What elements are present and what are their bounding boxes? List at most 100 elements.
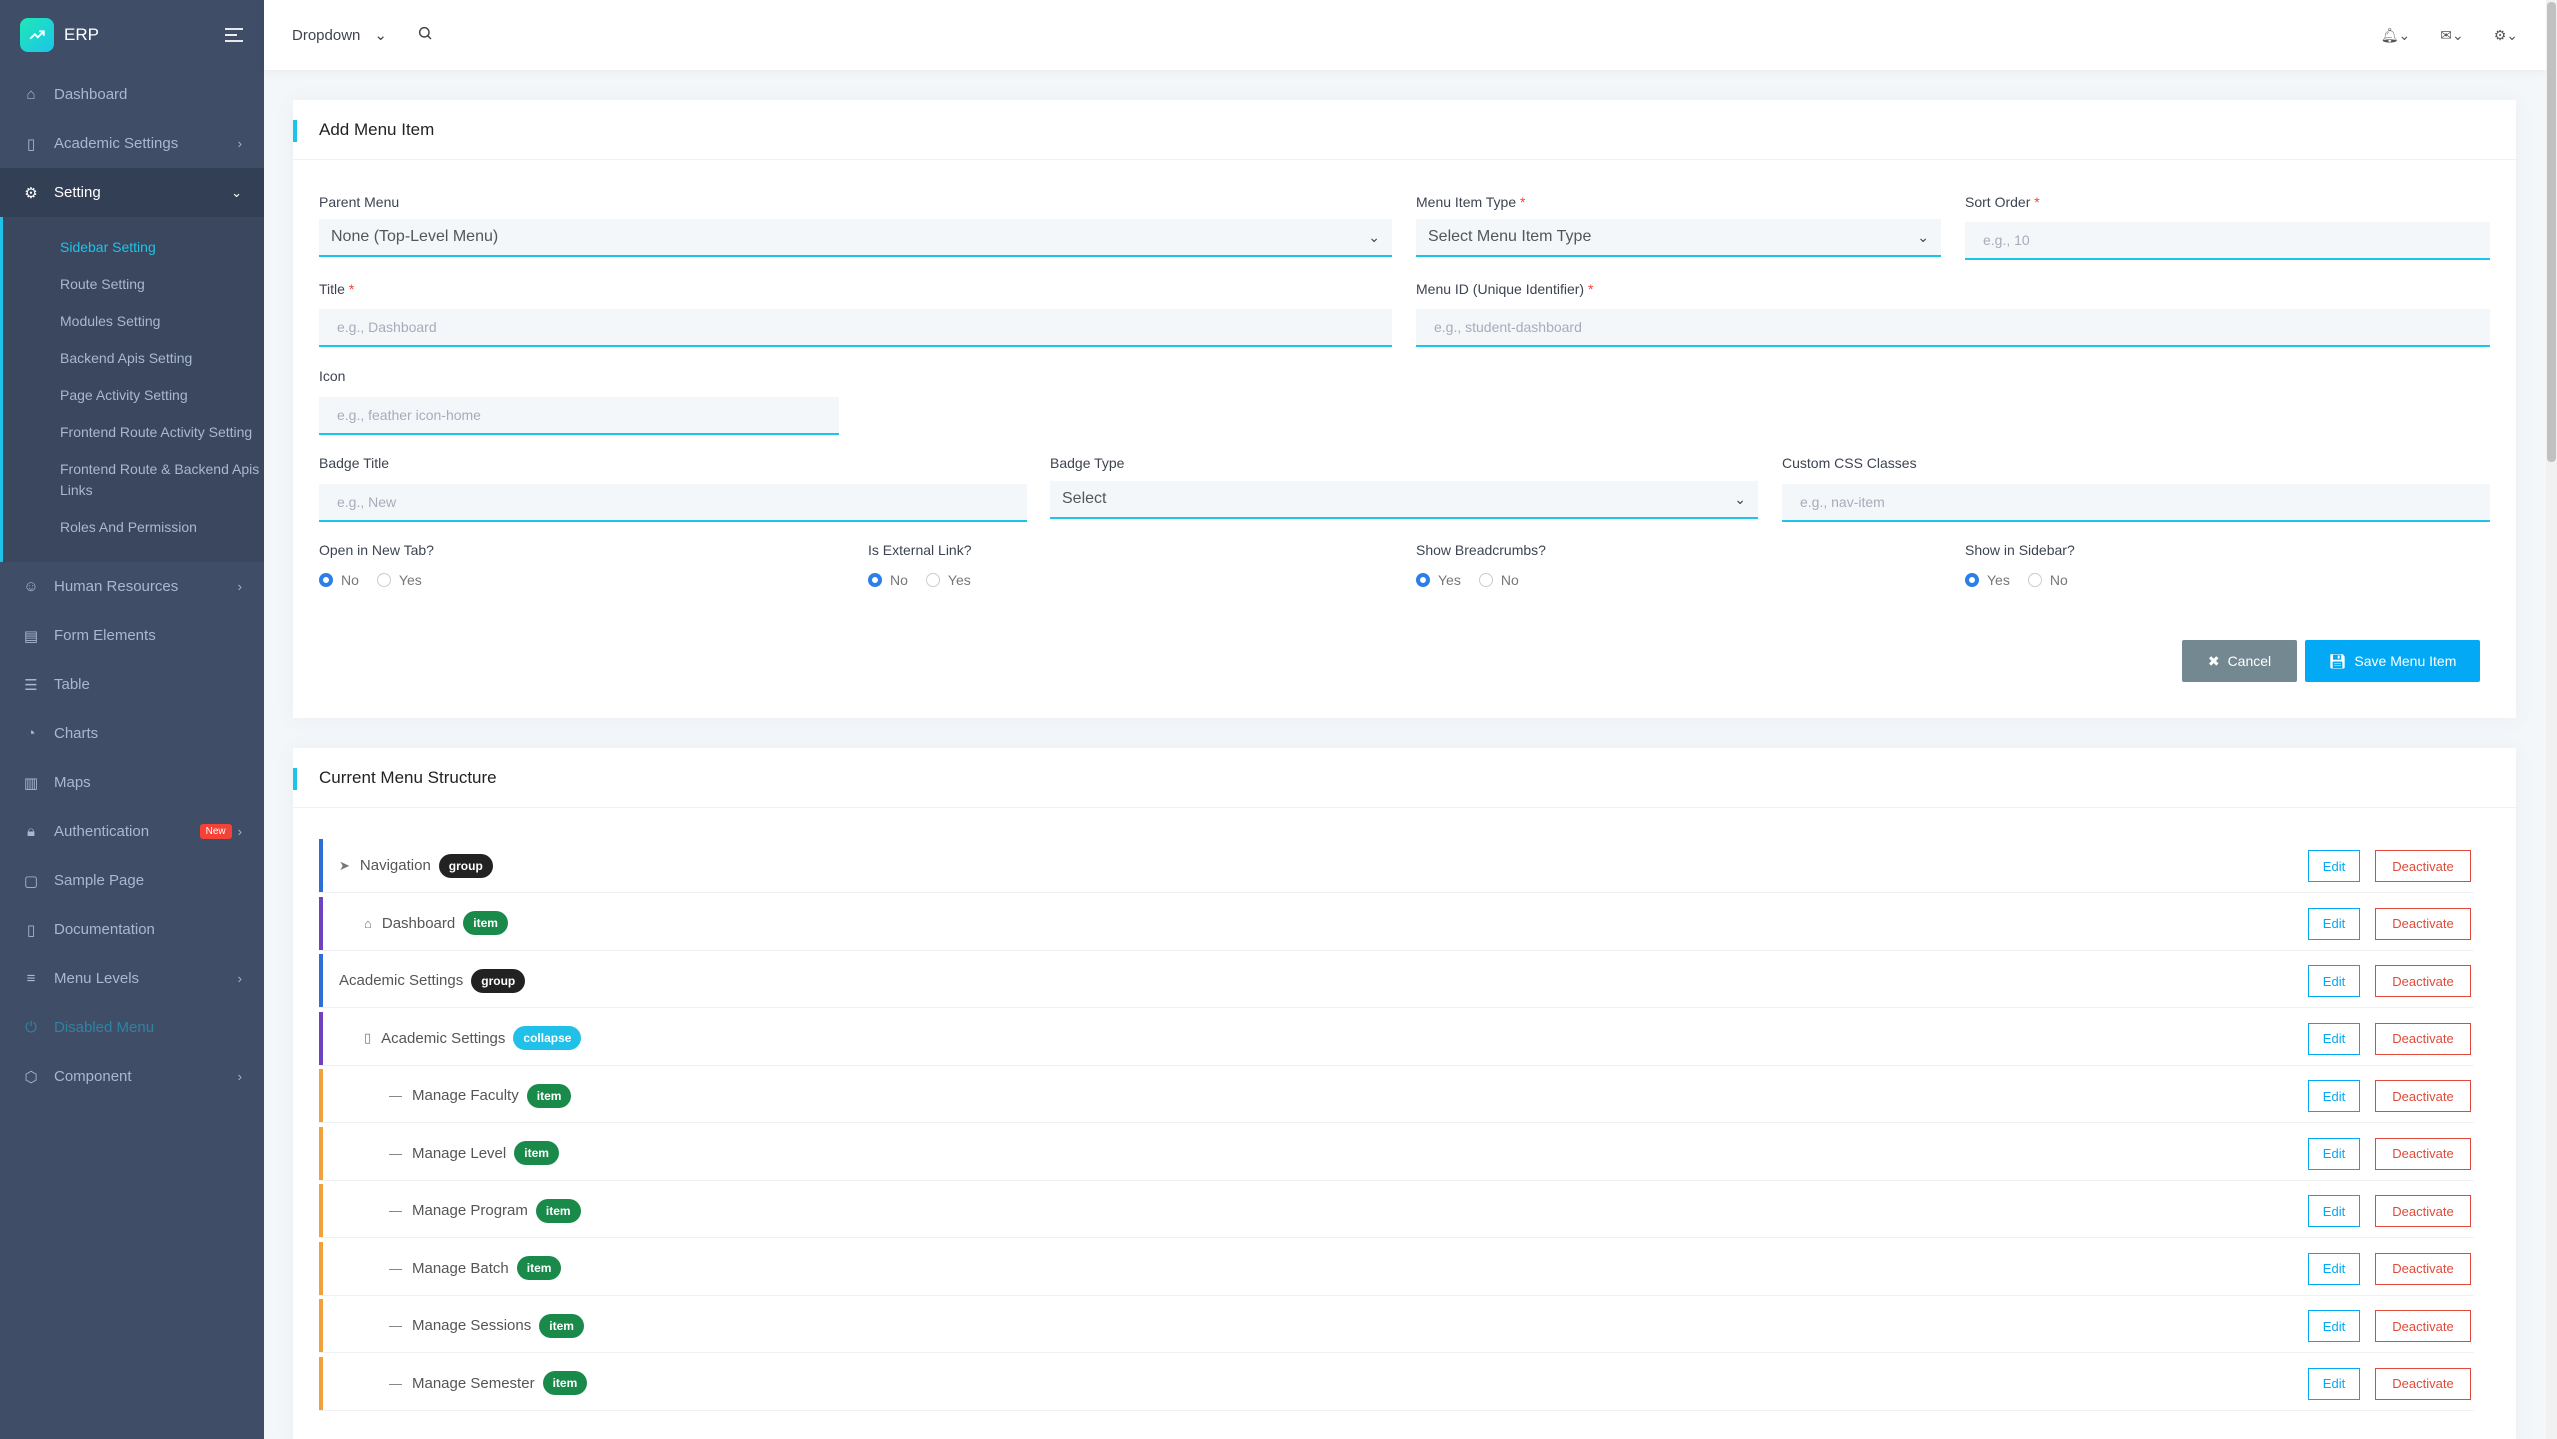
- submenu-item-page-activity-setting[interactable]: Page Activity Setting: [3, 377, 264, 414]
- box-icon: ⬡: [24, 1068, 38, 1086]
- sidebar-item-label: Setting: [54, 184, 101, 201]
- sidebar-item-dashboard[interactable]: ⌂ Dashboard: [0, 70, 264, 119]
- chevron-down-icon: ⌄: [1734, 490, 1746, 507]
- menu-item-type-select[interactable]: Select Menu Item Type ⌄: [1416, 219, 1941, 257]
- radio-no[interactable]: No: [1478, 572, 1519, 588]
- deactivate-button[interactable]: Deactivate: [2375, 1252, 2471, 1285]
- sidebar-item-table[interactable]: ☰ Table: [0, 660, 264, 709]
- level-bar: [319, 1184, 323, 1237]
- deactivate-button[interactable]: Deactivate: [2375, 965, 2471, 997]
- submenu-item-route-setting[interactable]: Route Setting: [3, 266, 264, 303]
- submenu-item-sidebar-setting[interactable]: Sidebar Setting: [3, 229, 264, 266]
- type-badge: item: [516, 1256, 562, 1280]
- edit-button[interactable]: Edit: [2308, 1137, 2360, 1170]
- menu-id-input[interactable]: e.g., student-dashboard: [1416, 309, 2490, 347]
- title-input[interactable]: e.g., Dashboard: [319, 309, 1392, 347]
- type-badge: item: [539, 1313, 584, 1338]
- menu-item-type-value: Select Menu Item Type: [1428, 228, 1592, 245]
- sidebar-item-authentication[interactable]: 🔒︎ Authentication New ›: [0, 807, 264, 856]
- sidebar-item-setting[interactable]: ⚙ Setting ⌄: [0, 168, 264, 217]
- level-bar: [319, 954, 323, 1007]
- cancel-label: Cancel: [2227, 653, 2272, 669]
- settings-icon[interactable]: ⚙⌄: [2494, 27, 2518, 44]
- sidebar-item-component[interactable]: ⬡ Component ›: [0, 1052, 264, 1101]
- close-icon: ✖: [2207, 652, 2220, 669]
- mail-icon[interactable]: ✉⌄: [2440, 27, 2463, 44]
- submenu-item-route-api-links[interactable]: Frontend Route & Backend Apis Links: [3, 451, 264, 509]
- menu-item-type-label: Menu Item Type *: [1416, 194, 1525, 210]
- deactivate-button[interactable]: Deactivate: [2375, 1310, 2471, 1342]
- sidebar-item-disabled-menu: ⏻ Disabled Menu: [0, 1003, 264, 1052]
- in-sidebar-radios: Yes No: [1965, 572, 2068, 588]
- css-classes-input[interactable]: e.g., nav-item: [1782, 484, 2490, 522]
- open-new-tab-radios: No Yes: [319, 572, 422, 588]
- sidebar-icon: ▢: [23, 872, 39, 890]
- sidebar-item-label: Academic Settings: [54, 135, 179, 152]
- radio-no[interactable]: No: [868, 572, 908, 588]
- card-title: Current Menu Structure: [293, 748, 2516, 808]
- sidebar-item-maps[interactable]: ▥ Maps: [0, 758, 264, 807]
- menu-toggle-icon[interactable]: [224, 25, 244, 45]
- sort-order-input[interactable]: e.g., 10: [1965, 222, 2490, 260]
- header-dropdown[interactable]: Dropdown ⌄: [292, 26, 387, 45]
- radio-yes[interactable]: Yes: [376, 572, 422, 588]
- chevron-down-icon: ⌄: [1368, 228, 1380, 245]
- radio-no[interactable]: No: [2027, 572, 2068, 588]
- sidebar-item-menu-levels[interactable]: ≡ Menu Levels ›: [0, 954, 264, 1003]
- parent-menu-label: Parent Menu: [319, 194, 400, 210]
- submenu-item-backend-apis-setting[interactable]: Backend Apis Setting: [3, 340, 264, 377]
- radio-label: No: [1500, 572, 1519, 588]
- radio-no[interactable]: No: [319, 572, 359, 588]
- icon-input[interactable]: e.g., feather icon-home: [319, 397, 839, 435]
- edit-button[interactable]: Edit: [2308, 1022, 2360, 1055]
- sidebar-item-charts[interactable]: ◔ Charts: [0, 709, 264, 758]
- page-scrollbar[interactable]: [2546, 0, 2557, 1439]
- sidebar-item-academic-settings[interactable]: ▯ Academic Settings ›: [0, 119, 264, 168]
- file-text-icon: ▤: [23, 627, 39, 645]
- sidebar-item-sample-page[interactable]: ▢ Sample Page: [0, 856, 264, 905]
- required-marker: *: [348, 281, 355, 297]
- deactivate-button[interactable]: Deactivate: [2375, 1022, 2471, 1055]
- search-icon[interactable]: [417, 25, 433, 46]
- deactivate-button[interactable]: Deactivate: [2375, 850, 2471, 882]
- required-marker: *: [2034, 194, 2040, 210]
- navigation-arrow-icon: ➤: [339, 857, 350, 873]
- book-icon: ▯: [364, 1030, 372, 1045]
- deactivate-button[interactable]: Deactivate: [2375, 1195, 2471, 1227]
- submenu-item-modules-setting[interactable]: Modules Setting: [3, 303, 264, 340]
- trend-up-icon: [20, 18, 54, 52]
- radio-yes[interactable]: Yes: [925, 572, 971, 588]
- edit-button[interactable]: Edit: [2308, 907, 2360, 940]
- sidebar-item-label: Authentication: [54, 823, 150, 840]
- level-bar: [319, 1011, 323, 1065]
- lock-icon: 🔒︎: [27, 823, 35, 840]
- users-icon: ☺: [23, 578, 39, 595]
- save-menu-item-button[interactable]: 💾︎ Save Menu Item: [2305, 640, 2480, 682]
- scrollbar-thumb[interactable]: [2547, 2, 2556, 462]
- badge-type-select[interactable]: Select ⌄: [1050, 481, 1758, 519]
- deactivate-button[interactable]: Deactivate: [2375, 1367, 2471, 1400]
- deactivate-button[interactable]: Deactivate: [2375, 907, 2471, 940]
- parent-menu-select[interactable]: None (Top-Level Menu) ⌄: [319, 219, 1392, 257]
- bell-icon[interactable]: 🔔︎⌄: [2381, 27, 2411, 44]
- sidebar-item-human-resources[interactable]: ☺ Human Resources ›: [0, 562, 264, 611]
- badge-title-input[interactable]: e.g., New: [319, 484, 1027, 522]
- edit-button[interactable]: Edit: [2308, 965, 2360, 997]
- edit-button[interactable]: Edit: [2308, 1080, 2360, 1112]
- menu-tree-row: — Manage Program item Edit Deactivate: [319, 1184, 2474, 1238]
- submenu-item-frontend-route-activity[interactable]: Frontend Route Activity Setting: [3, 414, 264, 451]
- edit-button[interactable]: Edit: [2308, 1252, 2360, 1285]
- cancel-button[interactable]: ✖ Cancel: [2182, 640, 2297, 682]
- radio-yes[interactable]: Yes: [1965, 572, 2010, 588]
- edit-button[interactable]: Edit: [2308, 1367, 2360, 1400]
- sidebar-item-form-elements[interactable]: ▤ Form Elements: [0, 611, 264, 660]
- deactivate-button[interactable]: Deactivate: [2375, 1137, 2471, 1170]
- sidebar-item-documentation[interactable]: ▯ Documentation: [0, 905, 264, 954]
- radio-yes[interactable]: Yes: [1416, 572, 1461, 588]
- submenu-item-roles-permission[interactable]: Roles And Permission: [3, 509, 264, 546]
- edit-button[interactable]: Edit: [2308, 850, 2360, 882]
- edit-button[interactable]: Edit: [2308, 1310, 2360, 1342]
- edit-button[interactable]: Edit: [2308, 1195, 2360, 1227]
- radio-label: No: [341, 572, 359, 588]
- deactivate-button[interactable]: Deactivate: [2375, 1080, 2471, 1112]
